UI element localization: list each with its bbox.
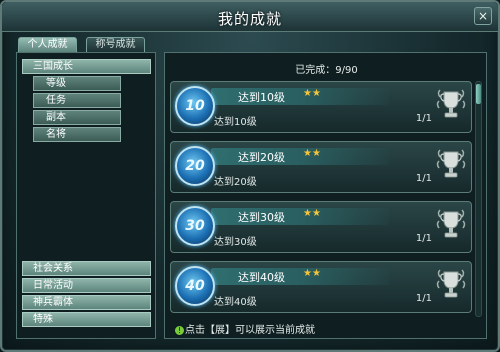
sidebar-category-social[interactable]: 社会关系	[22, 261, 151, 276]
completion-progress: 已完成：9/90	[295, 65, 358, 76]
achievement-card[interactable]: 30 达到30级 ★★ 达到30级 1/1	[170, 201, 472, 253]
achievement-description: 达到20级	[214, 177, 257, 188]
star-rating: ★★	[303, 208, 321, 219]
trophy-icon[interactable]	[436, 88, 466, 122]
sidebar-category-weapon[interactable]: 神兵霸体	[22, 295, 151, 310]
achievement-title: 达到30级	[238, 211, 285, 224]
achievement-count: 1/1	[415, 113, 432, 124]
level-badge-icon: 30	[175, 206, 215, 246]
trophy-icon[interactable]	[436, 268, 466, 302]
trophy-icon[interactable]	[436, 208, 466, 242]
achievement-card[interactable]: 20 达到20级 ★★ 达到20级 1/1	[170, 141, 472, 193]
achievement-title: 达到20级	[238, 151, 285, 164]
info-icon: !	[175, 325, 184, 335]
achievement-count: 1/1	[415, 233, 432, 244]
trophy-icon[interactable]	[436, 148, 466, 182]
achievement-count: 1/1	[415, 293, 432, 304]
sidebar-category-special[interactable]: 特殊	[22, 312, 151, 327]
title-bar: 我的成就 ×	[2, 2, 498, 32]
level-badge-icon: 20	[175, 146, 215, 186]
sidebar-item-quest[interactable]: 任务	[33, 93, 121, 108]
category-sidebar: 三国成长 等级 任务 副本 名将 社会关系 日常活动 神兵霸体 特殊	[16, 52, 156, 339]
sidebar-category-daily[interactable]: 日常活动	[22, 278, 151, 293]
achievement-description: 达到40级	[214, 297, 257, 308]
close-button[interactable]: ×	[474, 7, 492, 25]
achievement-card[interactable]: 40 达到40级 ★★ 达到40级 1/1	[170, 261, 472, 313]
sidebar-item-level[interactable]: 等级	[33, 76, 121, 91]
star-rating: ★★	[303, 148, 321, 159]
sidebar-item-dungeon[interactable]: 副本	[33, 110, 121, 125]
tab-title-achievements[interactable]: 称号成就	[86, 37, 145, 52]
achievement-description: 达到10级	[214, 117, 257, 128]
list-scrollbar[interactable]	[475, 81, 482, 317]
star-rating: ★★	[303, 268, 321, 279]
achievements-window: 我的成就 × 个人成就 称号成就 三国成长 等级 任务 副本 名将 社会关系 日…	[0, 0, 500, 352]
star-rating: ★★	[303, 88, 321, 99]
window-title: 我的成就	[217, 10, 282, 28]
hint-text: ! 点击【展】可以展示当前成就	[175, 321, 315, 336]
scroll-thumb[interactable]	[476, 84, 481, 104]
achievement-title: 达到10级	[238, 91, 285, 104]
sidebar-group-growth[interactable]: 三国成长	[22, 59, 151, 74]
level-badge-icon: 10	[175, 86, 215, 126]
tab-personal-achievements[interactable]: 个人成就	[18, 37, 77, 52]
achievement-description: 达到30级	[214, 237, 257, 248]
achievement-count: 1/1	[415, 173, 432, 184]
hint-label: 点击【展】可以展示当前成就	[185, 325, 315, 336]
achievement-card[interactable]: 10 达到10级 ★★ 达到10级 1/1	[170, 81, 472, 133]
achievement-list-panel: 已完成：9/90 10 达到10级 ★★ 达到10级 1/1 20 达到20级 …	[164, 52, 487, 339]
sidebar-item-general[interactable]: 名将	[33, 127, 121, 142]
level-badge-icon: 40	[175, 266, 215, 306]
achievement-title: 达到40级	[238, 271, 285, 284]
